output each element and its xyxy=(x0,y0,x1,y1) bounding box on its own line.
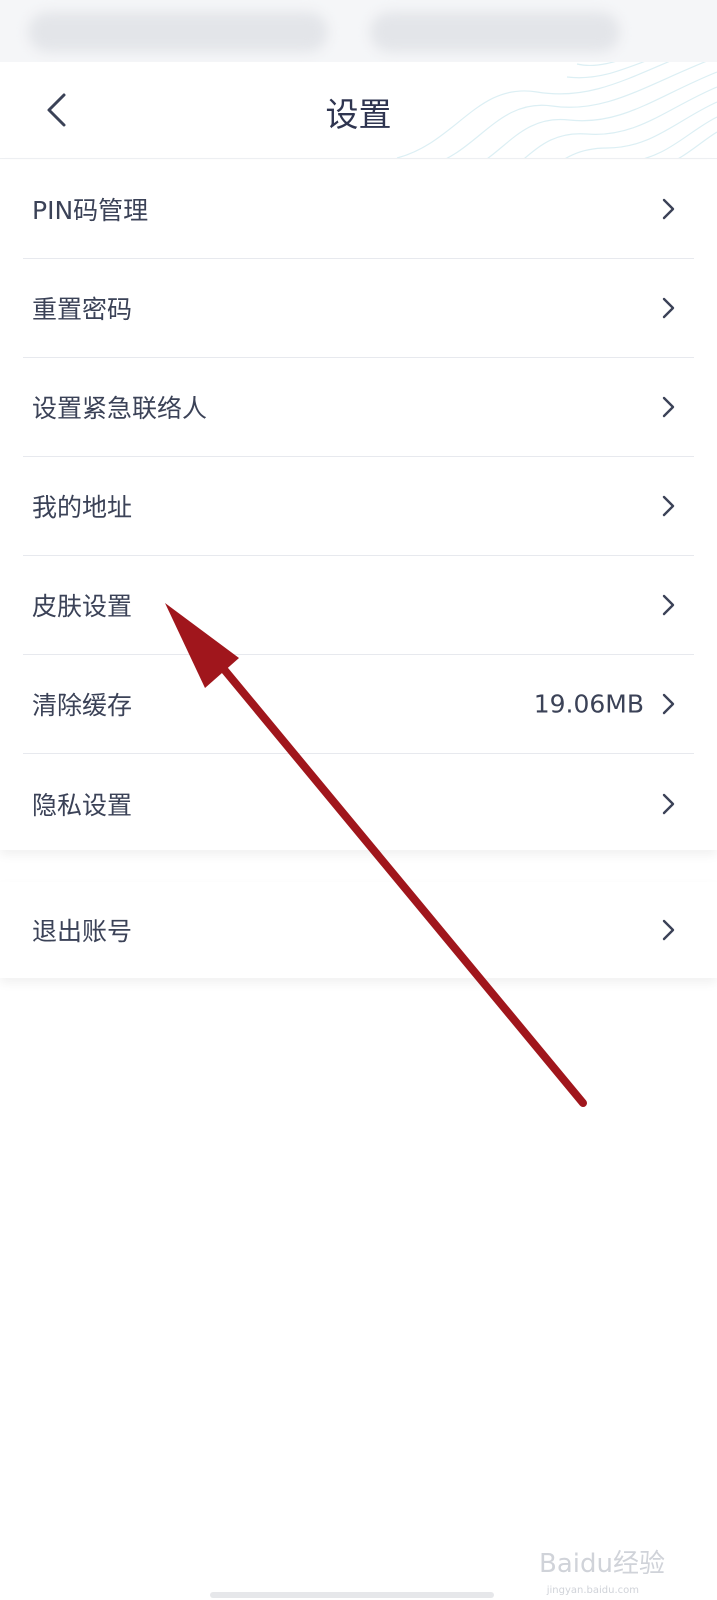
logout-row[interactable]: 退出账号 xyxy=(23,882,694,978)
nav-bar: 设置 xyxy=(0,62,717,159)
chevron-right-icon xyxy=(662,594,675,616)
row-label: 退出账号 xyxy=(32,917,133,946)
page-title: 设置 xyxy=(325,95,392,134)
row-label: 皮肤设置 xyxy=(32,592,133,621)
status-bar-blur-left xyxy=(28,12,328,52)
row-label: 设置紧急联络人 xyxy=(32,394,208,423)
chevron-right-icon xyxy=(662,793,675,814)
row-label: 我的地址 xyxy=(32,493,133,522)
row-label: 重置密码 xyxy=(32,295,133,324)
row-label: 隐私设置 xyxy=(32,790,133,820)
watermark-logo: Baidu经验 xyxy=(539,1549,665,1579)
chevron-right-icon xyxy=(662,396,675,418)
chevron-right-icon xyxy=(662,297,675,319)
settings-row-my-address[interactable]: 我的地址 xyxy=(23,457,694,556)
status-bar-blur-right xyxy=(370,12,620,52)
watermark-url: jingyan.baidu.com xyxy=(546,1585,639,1596)
settings-row-clear-cache[interactable]: 清除缓存 19.06MB xyxy=(23,655,694,754)
status-bar xyxy=(0,0,717,62)
chevron-right-icon xyxy=(662,693,675,715)
settings-list: PIN码管理 重置密码 设置紧急联络人 我的地址 皮肤设置 清除缓存 19.06… xyxy=(0,160,717,850)
chevron-right-icon xyxy=(662,198,675,220)
settings-row-privacy[interactable]: 隐私设置 xyxy=(23,754,694,853)
cache-size-value: 19.06MB xyxy=(533,689,644,719)
home-indicator xyxy=(210,1592,494,1598)
chevron-right-icon xyxy=(662,495,675,517)
row-label: 清除缓存 xyxy=(32,691,133,720)
settings-row-pin-management[interactable]: PIN码管理 xyxy=(23,160,694,259)
row-label: PIN码管理 xyxy=(32,196,149,225)
settings-row-skin-settings[interactable]: 皮肤设置 xyxy=(23,556,694,655)
account-section: 退出账号 xyxy=(0,882,717,978)
chevron-right-icon xyxy=(662,919,675,941)
settings-row-reset-password[interactable]: 重置密码 xyxy=(23,259,694,358)
settings-row-emergency-contact[interactable]: 设置紧急联络人 xyxy=(23,358,694,457)
